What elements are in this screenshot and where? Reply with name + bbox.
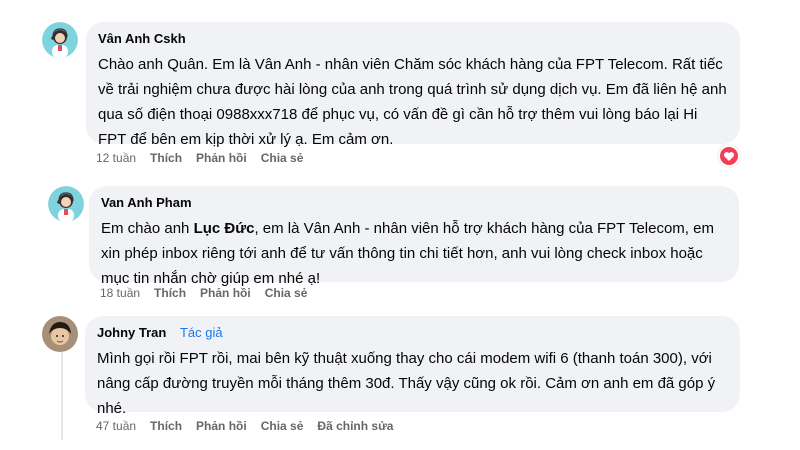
comment-actions: 47 tuần Thích Phản hồi Chia sẻ Đã chỉnh …: [96, 418, 393, 434]
heart-icon[interactable]: [718, 145, 740, 167]
share-button[interactable]: Chia sẻ: [261, 418, 304, 434]
avatar-van-anh-cskh[interactable]: [42, 22, 78, 58]
comment-time[interactable]: 12 tuần: [96, 150, 136, 166]
comment-text: Em chào anh Lục Đức, em là Vân Anh - nhâ…: [101, 216, 727, 291]
comment-author[interactable]: Johny Tran: [97, 325, 166, 340]
avatar-van-anh-pham[interactable]: [48, 186, 84, 222]
comment-author[interactable]: Van Anh Pham: [101, 194, 727, 212]
comment-author-row: Johny Tran Tác giả: [97, 324, 728, 342]
comment-time[interactable]: 47 tuần: [96, 418, 136, 434]
like-button[interactable]: Thích: [154, 285, 186, 301]
heart-glyph-icon: [723, 152, 735, 161]
comment-text: Mình gọi rồi FPT rồi, mai bên kỹ thuật x…: [97, 350, 716, 417]
comment-time[interactable]: 18 tuần: [100, 285, 140, 301]
avatar-johny-tran[interactable]: [42, 316, 78, 352]
edited-label[interactable]: Đã chỉnh sửa: [317, 418, 393, 434]
reply-button[interactable]: Phản hồi: [200, 285, 251, 301]
like-button[interactable]: Thích: [150, 150, 182, 166]
comment-text: Chào anh Quân. Em là Vân Anh - nhân viên…: [98, 56, 727, 148]
mention-link[interactable]: Lục Đức: [194, 220, 255, 237]
thread-line: [61, 352, 63, 440]
comment-bubble: Vân Anh Cskh Chào anh Quân. Em là Vân An…: [86, 22, 740, 148]
comment-author[interactable]: Vân Anh Cskh: [98, 30, 728, 48]
comment-bubble: Van Anh Pham Em chào anh Lục Đức, em là …: [89, 186, 739, 287]
agent-avatar-icon: [48, 186, 84, 222]
like-button[interactable]: Thích: [150, 418, 182, 434]
comment-actions: 18 tuần Thích Phản hồi Chia sẻ: [100, 285, 307, 301]
comment-actions: 12 tuần Thích Phản hồi Chia sẻ: [96, 150, 303, 166]
comment-text-start: Em chào anh: [101, 220, 194, 237]
reply-button[interactable]: Phản hồi: [196, 150, 247, 166]
user-avatar-icon: [42, 316, 78, 352]
comment-bubble: Johny Tran Tác giả Mình gọi rồi FPT rồi,…: [85, 316, 740, 417]
author-badge: Tác giả: [179, 325, 223, 340]
agent-avatar-icon: [42, 22, 78, 58]
share-button[interactable]: Chia sẻ: [265, 285, 308, 301]
share-button[interactable]: Chia sẻ: [261, 150, 304, 166]
reply-button[interactable]: Phản hồi: [196, 418, 247, 434]
